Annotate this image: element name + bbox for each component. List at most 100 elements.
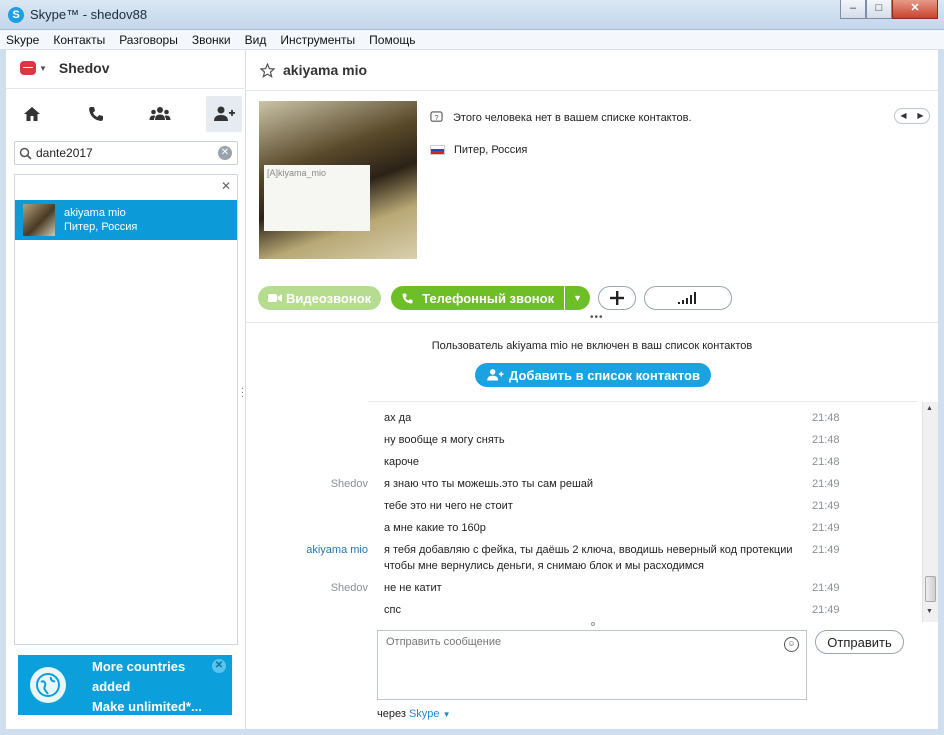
close-promo-icon[interactable]: ✕ <box>212 659 226 673</box>
close-button[interactable]: ✕ <box>892 0 938 19</box>
phone-call-label: Телефонный звонок <box>422 290 555 306</box>
conversation-panel: akiyama mio [A]kiyama_mio ? Этого челове… <box>246 50 938 729</box>
phone-icon <box>89 107 103 121</box>
maximize-button[interactable]: □ <box>866 0 892 19</box>
promo-line-2: added <box>92 679 131 694</box>
group-icon <box>149 107 171 120</box>
user-status[interactable]: — ▼ Shedov <box>20 60 110 76</box>
menu-conversations[interactable]: Разговоры <box>119 33 178 47</box>
search-input[interactable] <box>36 146 218 160</box>
message-compose-box <box>377 630 807 700</box>
message-time: 21:48 <box>812 434 840 446</box>
video-call-button[interactable]: Видеозвонок <box>258 286 382 310</box>
video-camera-icon <box>268 294 282 302</box>
add-participants-button[interactable] <box>598 286 636 310</box>
add-to-contacts-label: Добавить в список контактов <box>509 367 700 383</box>
title-bar: S Skype™ - shedov88 – □ ✕ <box>0 0 944 30</box>
add-person-icon <box>487 369 504 381</box>
chevron-down-icon: ▼ <box>442 710 451 719</box>
scrollbar-thumb[interactable] <box>925 576 936 602</box>
message-text: не не катит <box>384 582 442 594</box>
not-in-contacts-text: Этого человека нет в вашем списке контак… <box>453 111 692 124</box>
call-quality-button[interactable] <box>644 286 732 310</box>
window-controls: – □ ✕ <box>840 0 938 19</box>
divider <box>246 322 938 323</box>
globe-icon <box>30 667 66 703</box>
divider <box>368 401 918 402</box>
message-scrollbar[interactable]: ▲ ▼ <box>922 402 938 622</box>
message-input[interactable] <box>378 631 806 699</box>
search-results: ✕ akiyama mio Питер, Россия <box>14 174 238 645</box>
groups-button[interactable] <box>142 96 178 132</box>
message-time: 21:49 <box>812 544 840 556</box>
conversation-title: akiyama mio <box>283 62 368 78</box>
menu-view[interactable]: Вид <box>245 33 267 47</box>
message-time: 21:49 <box>812 500 840 512</box>
promo-banner[interactable]: More countries added Make unlimited*... … <box>18 655 232 715</box>
message-text: а мне какие то 160р <box>384 522 486 534</box>
star-icon[interactable] <box>260 62 275 78</box>
scroll-up-icon[interactable]: ▲ <box>926 405 933 412</box>
via-service-dropdown[interactable]: Skype ▼ <box>409 708 451 720</box>
via-service-label: Skype <box>408 708 440 720</box>
message-history: ах да 21:48 ну вообще я могу снять 21:48… <box>246 406 922 622</box>
promo-text: More countries added Make unlimited*... <box>92 657 202 717</box>
call-options-dropdown[interactable]: ▼ <box>565 286 590 310</box>
profile-nav: ◀ ▶ <box>894 108 930 124</box>
main-nav <box>14 96 242 136</box>
phone-call-button[interactable]: Телефонный звонок <box>391 286 565 310</box>
clear-search-icon[interactable]: ✕ <box>218 146 232 160</box>
chevron-down-icon[interactable]: ▼ <box>39 64 47 73</box>
contact-list-item[interactable]: akiyama mio Питер, Россия <box>15 200 237 240</box>
contact-avatar <box>23 204 55 236</box>
add-contact-nav-button[interactable] <box>206 96 242 132</box>
resize-handle-icon[interactable] <box>591 622 595 626</box>
conversation-header: akiyama mio <box>260 62 367 78</box>
phone-icon <box>402 292 413 304</box>
scroll-down-icon[interactable]: ▼ <box>926 608 933 615</box>
contact-location: Питер, Россия <box>64 221 138 233</box>
russia-flag-icon <box>430 145 445 155</box>
message-text: ах да <box>384 412 412 424</box>
send-button[interactable]: Отправить <box>815 630 904 654</box>
message-text: я знаю что ты можешь.это ты сам решай <box>384 478 594 490</box>
promo-line-1: More countries <box>92 659 186 674</box>
via-label: через <box>377 708 406 720</box>
status-busy-icon[interactable]: — <box>20 61 36 75</box>
minimize-button[interactable]: – <box>840 0 866 19</box>
add-to-contacts-button[interactable]: Добавить в список контактов <box>475 363 711 387</box>
location-row: Питер, Россия <box>430 144 527 156</box>
chevron-left-icon[interactable]: ◀ <box>895 109 912 123</box>
panel-splitter-handle[interactable]: ... <box>241 382 244 400</box>
user-name[interactable]: Shedov <box>59 60 110 76</box>
close-results-icon[interactable]: ✕ <box>221 179 231 193</box>
chevron-right-icon[interactable]: ▶ <box>912 109 929 123</box>
message-time: 21:49 <box>812 604 840 616</box>
message-time: 21:48 <box>812 456 840 468</box>
profile-picture: [A]kiyama_mio <box>259 101 417 259</box>
divider <box>6 88 246 89</box>
message-sender: Shedov <box>330 582 368 594</box>
message-sender: Shedov <box>330 478 368 490</box>
home-button[interactable] <box>14 96 50 132</box>
window-title: Skype™ - shedov88 <box>30 7 148 22</box>
menu-skype[interactable]: Skype <box>6 33 39 47</box>
message-text: кароче <box>384 456 420 468</box>
home-icon <box>24 107 40 121</box>
plus-icon <box>610 291 624 305</box>
message-sender: akiyama mio <box>306 544 368 556</box>
question-icon: ? <box>430 111 443 122</box>
menu-help[interactable]: Помощь <box>369 33 415 47</box>
emoticon-icon[interactable]: ☺ <box>784 637 799 652</box>
search-icon <box>19 147 32 160</box>
menu-calls[interactable]: Звонки <box>192 33 231 47</box>
location-text: Питер, Россия <box>454 144 528 156</box>
menu-contacts[interactable]: Контакты <box>53 33 105 47</box>
message-time: 21:49 <box>812 478 840 490</box>
message-text: ну вообще я могу снять <box>384 434 505 446</box>
menu-tools[interactable]: Инструменты <box>280 33 355 47</box>
calls-button[interactable] <box>78 96 114 132</box>
menu-bar: Skype Контакты Разговоры Звонки Вид Инст… <box>0 30 944 50</box>
message-text: спс <box>384 604 401 616</box>
contact-name: akiyama mio <box>64 207 126 219</box>
